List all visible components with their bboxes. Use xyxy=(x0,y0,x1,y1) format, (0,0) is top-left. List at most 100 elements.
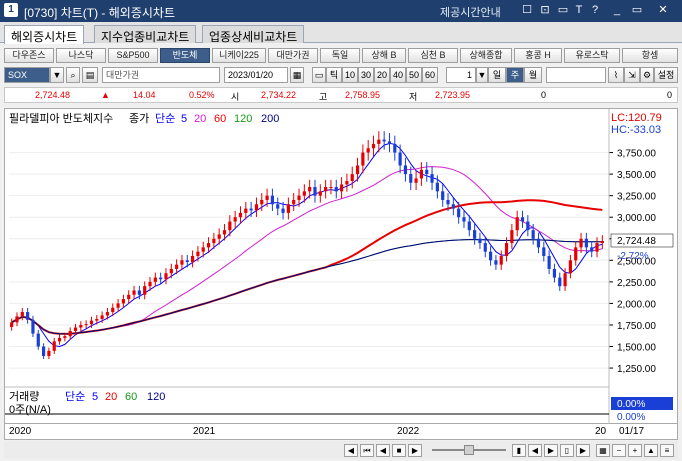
chart-panel[interactable]: 필라델피아 반도체지수 종가 단순 5 20 60 120 200 LC:120… xyxy=(4,108,679,425)
search-icon[interactable]: ⌕ xyxy=(66,67,80,83)
help-icon[interactable]: ? xyxy=(588,3,602,17)
chart-type-button[interactable]: 월 xyxy=(524,67,542,83)
index-button[interactable]: 유로스탁 xyxy=(564,48,620,63)
period-button[interactable]: 40 xyxy=(390,67,406,83)
index-button[interactable]: 심천 B xyxy=(408,48,458,63)
candle xyxy=(159,277,163,280)
period-button[interactable]: 50 xyxy=(406,67,422,83)
price-row: 2,724.48 ▲ 14.04 0.52% 시 2,734.22 고 2,75… xyxy=(4,87,678,103)
gear-icon[interactable]: ⚙ xyxy=(640,67,654,83)
stop-icon[interactable]: ■ xyxy=(392,444,406,457)
list-icon[interactable]: ≡ xyxy=(660,444,674,457)
indicator-icon[interactable]: ⌇ xyxy=(608,67,624,83)
symbol-input[interactable]: SOX xyxy=(4,67,50,83)
close-icon[interactable]: ✕ xyxy=(656,3,670,17)
index-button[interactable]: 다우존스 xyxy=(4,48,54,63)
candle xyxy=(31,319,35,334)
period-button[interactable]: 10 xyxy=(342,67,358,83)
candle xyxy=(334,187,338,192)
candle xyxy=(531,230,535,239)
scroll-right-icon[interactable]: ▶ xyxy=(544,444,558,457)
candle xyxy=(345,181,349,185)
candle xyxy=(339,184,344,192)
triangle-icon[interactable]: ▲ xyxy=(644,444,658,457)
index-button[interactable]: 상해 B xyxy=(362,48,406,63)
first-icon[interactable]: ◀ xyxy=(344,444,358,457)
scroll-left-icon[interactable]: ◀ xyxy=(528,444,542,457)
candle xyxy=(196,251,200,256)
candle xyxy=(249,208,253,211)
y-tick-label: 3,750.00 xyxy=(617,149,656,160)
zoom-in-icon[interactable]: ▮ xyxy=(512,444,526,457)
scroll-thumb[interactable] xyxy=(464,445,474,455)
y-tick-label: 1,500.00 xyxy=(617,343,656,354)
index-button[interactable]: 상해종합 xyxy=(460,48,512,63)
minimize-icon[interactable]: _ xyxy=(610,3,624,17)
period-button[interactable]: 틱 xyxy=(326,67,342,83)
x-axis: 2020 2021 2022 20 01/17 xyxy=(4,424,678,440)
settings-button[interactable]: 설정 xyxy=(654,67,678,83)
service-time-link[interactable]: 제공시간안내 xyxy=(440,4,501,20)
play-icon[interactable]: ▶ xyxy=(408,444,422,457)
count-dropdown-icon[interactable]: ▼ xyxy=(476,67,488,83)
chart-type-button[interactable]: 일 xyxy=(488,67,506,83)
index-button-selected[interactable]: 반도체 xyxy=(160,48,210,63)
legend-ma-200: 200 xyxy=(261,113,279,125)
tab-sector-compare[interactable]: 업종상세비교차트 xyxy=(202,25,305,44)
font-icon[interactable]: T xyxy=(572,3,586,17)
legend-ma-label: 단순 xyxy=(155,112,175,125)
window-list-icon[interactable]: ☐ xyxy=(520,3,534,17)
index-button[interactable]: 항셍 xyxy=(622,48,678,63)
minus-icon[interactable]: − xyxy=(612,444,626,457)
candle xyxy=(563,273,567,287)
maximize-icon[interactable]: ▭ xyxy=(630,3,644,17)
code-search-icon[interactable]: ▤ xyxy=(82,67,98,83)
candle xyxy=(568,260,573,274)
volume-ma-label: 단순 xyxy=(65,390,85,403)
extra-input[interactable] xyxy=(546,67,606,83)
index-button[interactable]: S&P500 xyxy=(108,48,158,63)
candle xyxy=(265,195,269,200)
index-button[interactable]: 대만가권 xyxy=(268,48,318,63)
candle xyxy=(441,191,445,200)
index-button[interactable]: 독일 xyxy=(320,48,360,63)
candle xyxy=(419,169,424,179)
step-back-icon[interactable]: ◀ xyxy=(376,444,390,457)
candle xyxy=(212,238,216,244)
high-price: 2,758.95 xyxy=(345,90,381,100)
market-name-field: 대만가권 xyxy=(102,67,220,83)
y-tick-label: 1,750.00 xyxy=(617,321,656,332)
candle xyxy=(153,277,157,282)
period-unit-icon[interactable]: ▭ xyxy=(312,67,326,83)
candle xyxy=(206,243,211,248)
tab-overseas-chart[interactable]: 해외증시차트 xyxy=(4,25,85,44)
symbol-dropdown-icon[interactable]: ▼ xyxy=(50,67,64,83)
candle xyxy=(552,268,557,278)
tab-index-compare[interactable]: 지수업종비교차트 xyxy=(94,25,197,44)
prev-icon[interactable]: ⏮ xyxy=(360,444,374,457)
period-button[interactable]: 20 xyxy=(374,67,390,83)
candle xyxy=(462,217,466,222)
candle xyxy=(68,331,72,337)
index-button[interactable]: 홍콩 H xyxy=(514,48,562,63)
period-button[interactable]: 60 xyxy=(422,67,438,83)
scroll-end-icon[interactable]: ▶ xyxy=(576,444,590,457)
count-input[interactable]: 1 xyxy=(446,67,476,83)
link-icon[interactable]: ⊡ xyxy=(538,3,552,17)
screen-icon[interactable]: ▭ xyxy=(556,3,570,17)
candle xyxy=(377,139,381,144)
expand-icon[interactable]: ⇲ xyxy=(624,67,640,83)
index-button[interactable]: 니케이225 xyxy=(212,48,266,63)
price-chart[interactable]: 필라델피아 반도체지수 종가 단순 5 20 60 120 200 LC:120… xyxy=(5,109,679,425)
chart-type-button-active[interactable]: 주 xyxy=(506,67,524,83)
index-button[interactable]: 나스닥 xyxy=(56,48,106,63)
zoom-out-icon[interactable]: ▯ xyxy=(560,444,574,457)
candle xyxy=(414,178,418,183)
zoom-icon[interactable]: ▦ xyxy=(596,444,610,457)
plus-icon[interactable]: + xyxy=(628,444,642,457)
date-input[interactable]: 2023/01/20 xyxy=(224,67,288,83)
candle xyxy=(457,208,461,218)
period-button[interactable]: 30 xyxy=(358,67,374,83)
candle xyxy=(52,341,56,351)
calendar-icon[interactable]: ▦ xyxy=(290,67,304,83)
